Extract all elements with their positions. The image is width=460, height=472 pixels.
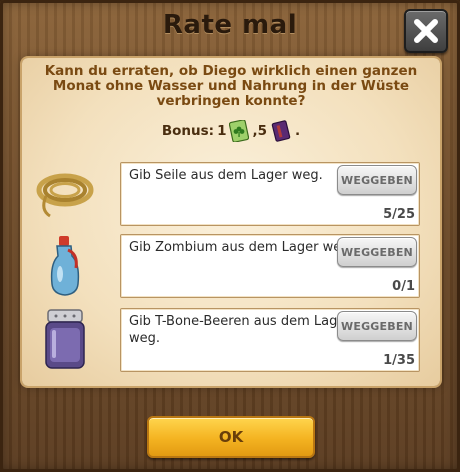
purple-book-icon bbox=[271, 120, 291, 142]
dialog-frame: Rate mal Kann du erraten, ob Diego wirkl… bbox=[0, 0, 460, 472]
task-box: Gib T-Bone-Beeren aus dem Lager weg. WEG… bbox=[120, 308, 420, 372]
task-row: Gib Seile aus dem Lager weg. WEGGEBEN 5/… bbox=[22, 162, 440, 228]
task-row: Gib T-Bone-Beeren aus dem Lager weg. WEG… bbox=[22, 308, 440, 374]
task-box: Gib Seile aus dem Lager weg. WEGGEBEN 5/… bbox=[120, 162, 420, 226]
give-away-button[interactable]: WEGGEBEN bbox=[337, 237, 417, 267]
bonus-amount-1: 1 bbox=[217, 123, 227, 139]
task-text: Gib Seile aus dem Lager weg. bbox=[129, 168, 323, 183]
bonus-row: Bonus: 1 ,5 . bbox=[22, 120, 440, 142]
ok-button[interactable]: OK bbox=[147, 416, 315, 458]
clover-card-icon bbox=[229, 120, 250, 142]
task-box: Gib Zombium aus dem Lager weg. WEGGEBEN … bbox=[120, 234, 420, 298]
close-button[interactable] bbox=[404, 9, 448, 53]
dialog-title: Rate mal bbox=[162, 10, 298, 40]
potion-bottle-icon bbox=[32, 234, 98, 300]
task-progress: 5/25 bbox=[383, 207, 415, 222]
task-text: Gib Zombium aus dem Lager weg. bbox=[129, 240, 354, 255]
close-icon bbox=[414, 19, 438, 43]
berry-jar-icon bbox=[32, 308, 98, 374]
content-panel: Kann du erraten, ob Diego wirklich einen… bbox=[22, 58, 440, 386]
rope-icon bbox=[32, 162, 98, 228]
give-away-button[interactable]: WEGGEBEN bbox=[337, 165, 417, 195]
bonus-label: Bonus: bbox=[161, 123, 215, 139]
task-row: Gib Zombium aus dem Lager weg. WEGGEBEN … bbox=[22, 234, 440, 300]
bonus-suffix: . bbox=[295, 123, 301, 139]
bonus-amount-2: ,5 bbox=[252, 123, 268, 139]
task-progress: 0/1 bbox=[392, 279, 415, 294]
task-text: Gib T-Bone-Beeren aus dem Lager weg. bbox=[129, 314, 351, 346]
give-away-button[interactable]: WEGGEBEN bbox=[337, 311, 417, 341]
task-progress: 1/35 bbox=[383, 353, 415, 368]
quest-description: Kann du erraten, ob Diego wirklich einen… bbox=[44, 63, 418, 109]
